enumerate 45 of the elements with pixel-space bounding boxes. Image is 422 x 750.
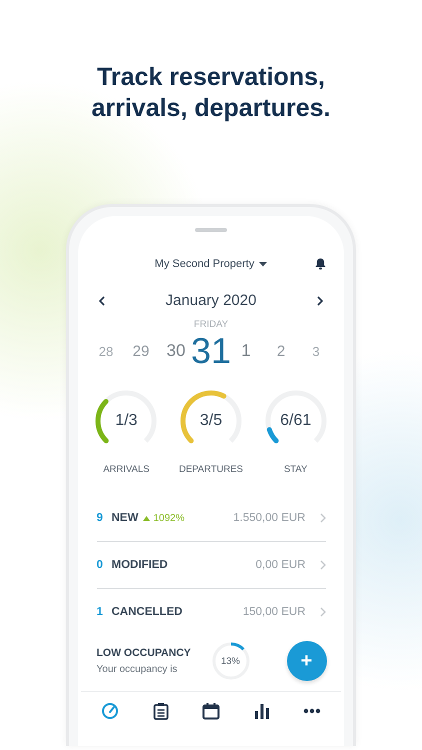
reservation-type: CANCELLED bbox=[112, 606, 182, 618]
clipboard-icon bbox=[153, 703, 168, 720]
date-item[interactable]: 2 bbox=[276, 342, 286, 360]
headline: Track reservations, arrivals, departures. bbox=[90, 62, 332, 124]
date-item[interactable]: 3 bbox=[312, 344, 320, 358]
date-item[interactable]: 31 bbox=[190, 330, 232, 372]
reservation-type: MODIFIED bbox=[112, 559, 168, 571]
gauge-value: 1/3 bbox=[115, 412, 138, 430]
date-item[interactable]: 28 bbox=[98, 344, 114, 358]
reservation-count: 9 bbox=[96, 512, 104, 524]
chevron-left-icon[interactable] bbox=[99, 296, 105, 306]
sheet-handle bbox=[195, 228, 227, 232]
alert-title: LOW OCCUPANCY bbox=[96, 647, 192, 659]
reservation-type: NEW bbox=[112, 512, 138, 524]
date-item[interactable]: 29 bbox=[132, 342, 150, 360]
tab-button[interactable] bbox=[252, 702, 270, 720]
up-triangle-icon bbox=[143, 516, 150, 520]
reservation-amount: 150,00 EUR bbox=[242, 606, 306, 618]
bar-chart-icon bbox=[254, 704, 268, 719]
gauge-icon bbox=[102, 703, 118, 719]
gauge-value: 3/5 bbox=[200, 412, 222, 430]
alert-text: Your occupancy is bbox=[96, 664, 178, 675]
weekday-label: FRIDAY bbox=[194, 319, 228, 330]
occupancy-reading: 13% bbox=[220, 656, 240, 666]
gauge-value: 6/61 bbox=[280, 412, 312, 430]
tab-button[interactable] bbox=[152, 702, 170, 720]
month-title: January 2020 bbox=[166, 292, 256, 309]
bell-icon[interactable] bbox=[315, 258, 326, 270]
date-item[interactable]: 1 bbox=[241, 341, 251, 361]
gauge-label: STAY bbox=[284, 464, 308, 475]
gauge-label: ARRIVALS bbox=[103, 464, 150, 475]
date-item[interactable]: 30 bbox=[166, 341, 186, 361]
caret-icon bbox=[259, 262, 268, 266]
reservation-amount: 1.550,00 EUR bbox=[233, 512, 306, 524]
more-icon bbox=[304, 708, 320, 714]
reservation-count: 0 bbox=[96, 559, 104, 571]
tab-button[interactable] bbox=[202, 702, 220, 720]
reservation-count: 1 bbox=[96, 606, 104, 618]
add-button[interactable]: + bbox=[286, 641, 326, 681]
calendar-icon bbox=[202, 702, 220, 720]
property-selector[interactable]: My Second Property bbox=[154, 258, 268, 270]
chevron-right-icon[interactable] bbox=[317, 296, 323, 306]
change-percent: 1092% bbox=[153, 512, 184, 524]
reservation-amount: 0,00 EUR bbox=[256, 559, 306, 571]
gauge-label: DEPARTURES bbox=[178, 464, 244, 475]
